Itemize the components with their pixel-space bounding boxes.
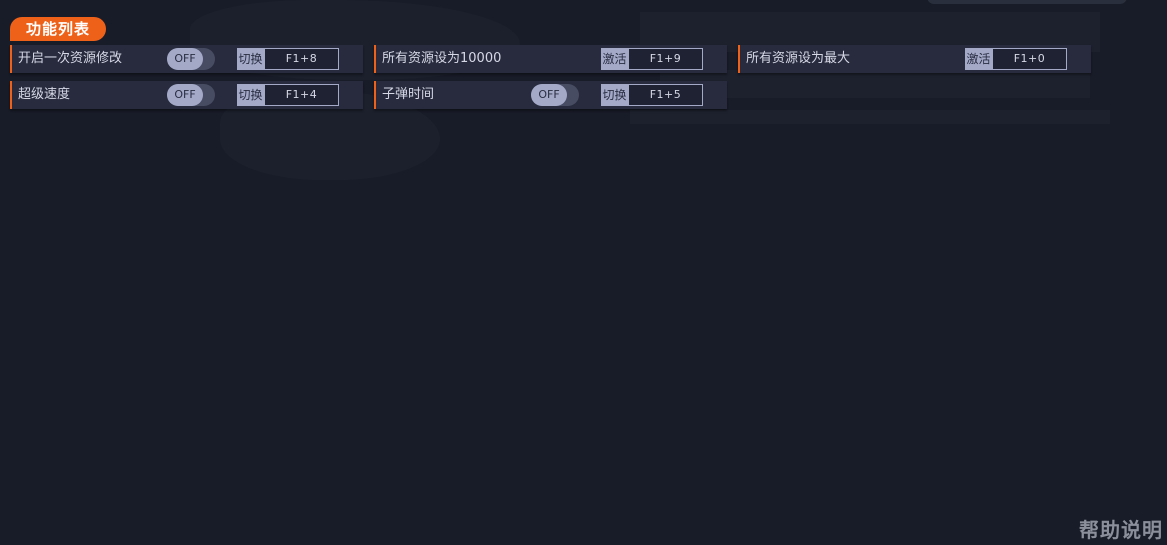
hotkey-action-label: 切换 <box>601 84 628 106</box>
hotkey-box: 切换 F1+4 <box>237 84 339 106</box>
hotkey-action-label: 激活 <box>601 48 628 70</box>
hotkey-action-label: 切换 <box>237 84 264 106</box>
hotkey-box: 激活 F1+9 <box>601 48 703 70</box>
hotkey-field[interactable]: F1+9 <box>628 48 703 70</box>
feature-toggle[interactable]: OFF <box>167 48 215 70</box>
feature-row-super-speed: 超级速度 OFF 切换 F1+4 <box>10 81 363 109</box>
feature-row-resource-modify-once: 开启一次资源修改 OFF 切换 F1+8 <box>10 45 363 73</box>
toggle-knob: OFF <box>167 84 203 106</box>
hotkey-field[interactable]: F1+8 <box>264 48 339 70</box>
hotkey-field[interactable]: F1+0 <box>992 48 1067 70</box>
feature-toggle[interactable]: OFF <box>531 84 579 106</box>
hotkey-box: 切换 F1+8 <box>237 48 339 70</box>
top-right-control[interactable] <box>927 0 1127 4</box>
feature-label: 所有资源设为最大 <box>746 51 851 66</box>
toggle-knob: OFF <box>531 84 567 106</box>
feature-row-bullet-time: 子弹时间 OFF 切换 F1+5 <box>374 81 727 109</box>
feature-label: 超级速度 <box>18 87 71 102</box>
feature-row-resources-10000: 所有资源设为10000 激活 F1+9 <box>374 45 727 73</box>
feature-label: 子弹时间 <box>382 87 435 102</box>
hotkey-box: 激活 F1+0 <box>965 48 1067 70</box>
feature-label: 开启一次资源修改 <box>18 51 123 66</box>
hotkey-field[interactable]: F1+4 <box>264 84 339 106</box>
section-title-tab: 功能列表 <box>10 17 107 41</box>
feature-label: 所有资源设为10000 <box>382 51 502 66</box>
feature-row-resources-max: 所有资源设为最大 激活 F1+0 <box>738 45 1091 73</box>
hotkey-action-label: 切换 <box>237 48 264 70</box>
toggle-knob: OFF <box>167 48 203 70</box>
hotkey-action-label: 激活 <box>965 48 992 70</box>
hotkey-field[interactable]: F1+5 <box>628 84 703 106</box>
feature-toggle[interactable]: OFF <box>167 84 215 106</box>
hotkey-box: 切换 F1+5 <box>601 84 703 106</box>
help-link[interactable]: 帮助说明 <box>1079 514 1163 543</box>
